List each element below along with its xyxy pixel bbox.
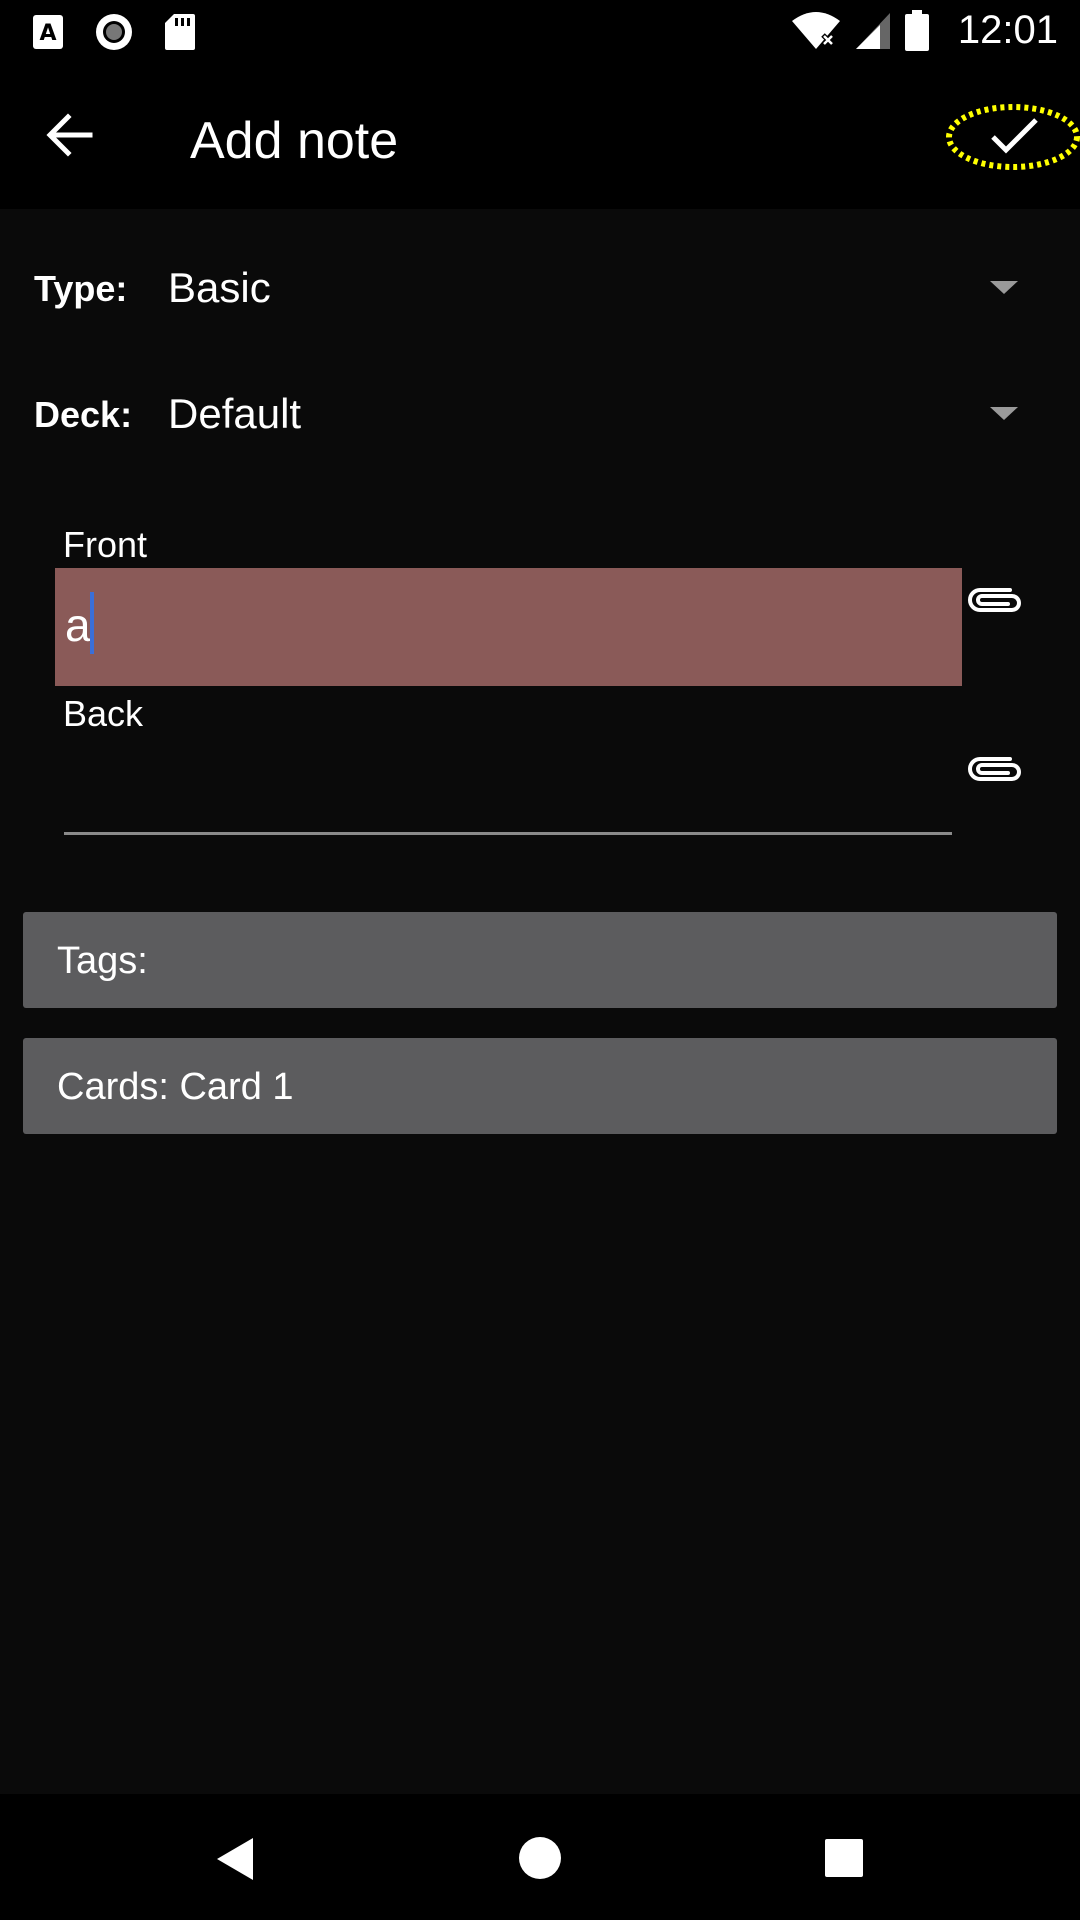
front-attach-icon[interactable] — [966, 580, 1022, 620]
navigation-bar — [0, 1794, 1080, 1920]
type-dropdown-arrow-icon[interactable] — [990, 281, 1018, 294]
page-title: Add note — [190, 112, 399, 170]
type-label: Type: — [34, 268, 128, 309]
back-attach-icon[interactable] — [966, 749, 1022, 789]
home-circle-icon[interactable] — [518, 1836, 562, 1880]
app-bar: Add note — [0, 63, 1080, 209]
svg-text:A: A — [39, 21, 56, 46]
status-bar: A 12:01 — [0, 0, 1080, 63]
wifi-icon — [791, 11, 840, 49]
circle-record-icon — [96, 14, 132, 50]
back-field-input[interactable] — [64, 740, 952, 832]
cards-label: Cards: Card 1 — [57, 1066, 294, 1108]
battery-icon — [904, 9, 929, 51]
cell-signal-icon — [855, 12, 890, 49]
tags-button[interactable]: Tags: — [23, 912, 1057, 1008]
sd-card-icon — [165, 14, 195, 50]
recents-square-icon[interactable] — [824, 1838, 864, 1878]
checkmark-icon — [946, 104, 1080, 170]
front-field-label: Front — [63, 524, 148, 565]
type-value: Basic — [168, 264, 271, 311]
status-time: 12:01 — [957, 8, 1058, 52]
back-triangle-icon[interactable] — [215, 1836, 255, 1882]
deck-value: Default — [168, 390, 302, 437]
front-field-value: a — [65, 599, 91, 651]
back-field-underline — [64, 832, 952, 835]
back-field-label: Back — [63, 693, 144, 734]
cards-button[interactable]: Cards: Card 1 — [23, 1038, 1057, 1134]
deck-dropdown-arrow-icon[interactable] — [990, 407, 1018, 420]
tags-label: Tags: — [57, 940, 148, 982]
front-field-input[interactable]: a — [55, 568, 962, 686]
arrow-back-icon — [46, 113, 93, 157]
text-cursor — [90, 592, 94, 654]
back-button[interactable] — [40, 105, 100, 165]
notification-a-icon: A — [33, 15, 63, 49]
confirm-button[interactable] — [946, 101, 1080, 173]
deck-label: Deck: — [34, 394, 133, 435]
